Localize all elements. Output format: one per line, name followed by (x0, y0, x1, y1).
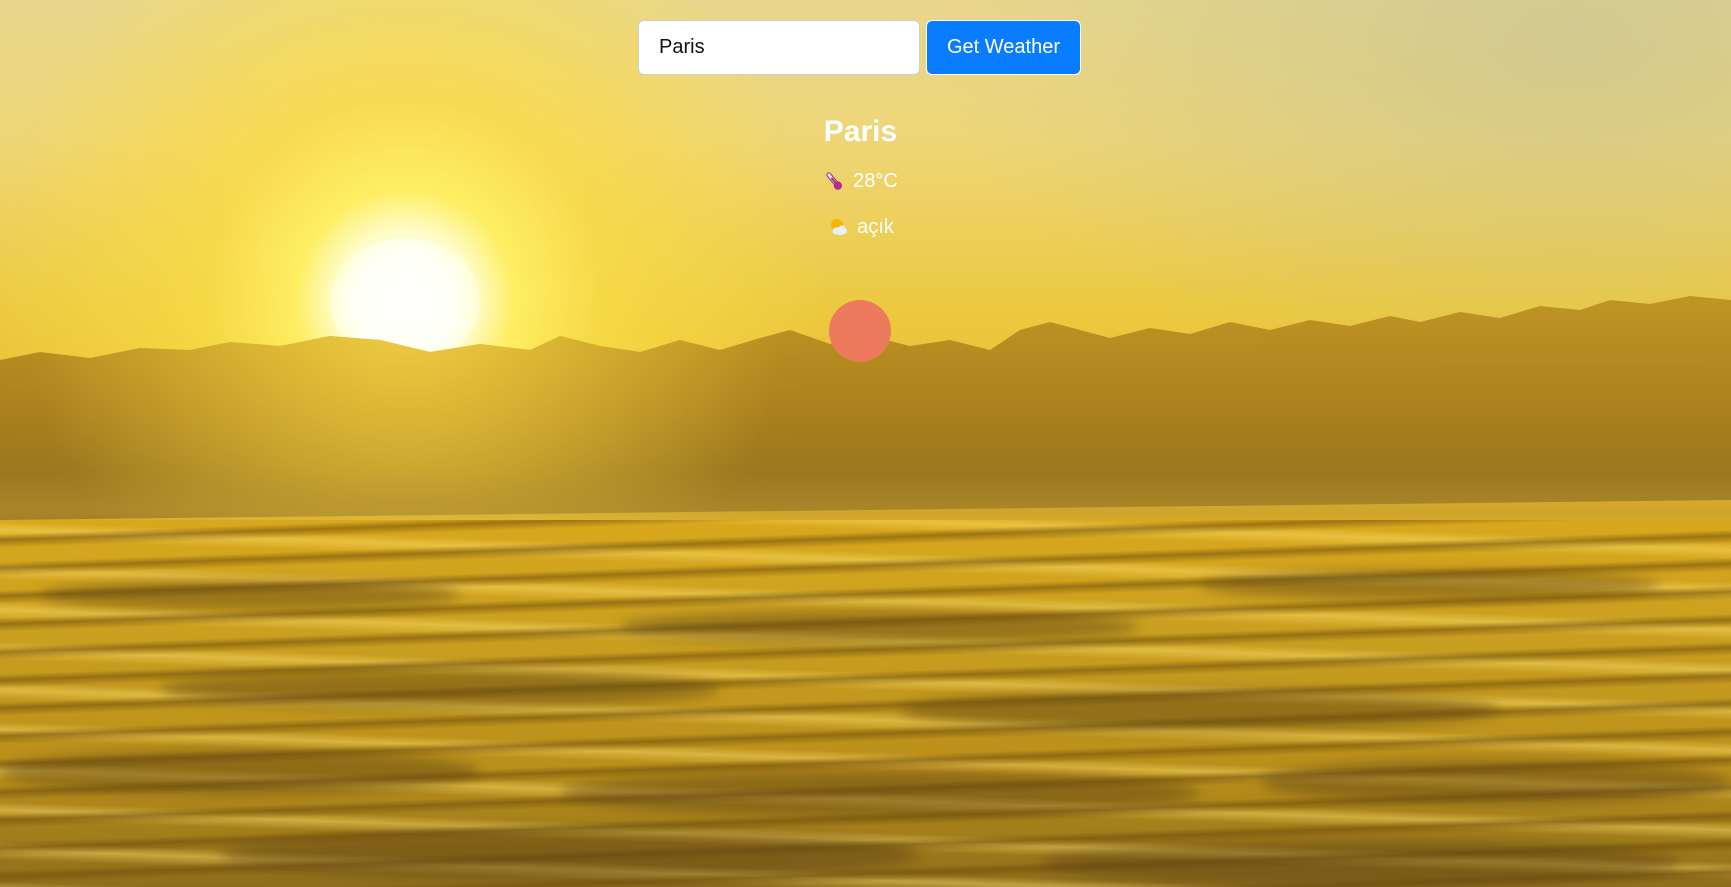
sun-behind-cloud-icon (827, 216, 849, 238)
weather-indicator-dot (829, 300, 891, 362)
thermometer-icon (823, 170, 845, 192)
description-row: açık (0, 214, 1721, 240)
get-weather-button[interactable]: Get Weather (926, 20, 1081, 75)
search-bar: Get Weather (638, 20, 1081, 75)
temperature-value: 28°C (853, 170, 898, 192)
cloud-sea (0, 520, 1731, 887)
weather-description: açık (857, 216, 894, 238)
temperature-row: 28°C (0, 168, 1721, 194)
city-name: Paris (823, 115, 898, 148)
weather-info: Paris 28°C açık (0, 112, 1721, 240)
city-input[interactable] (638, 20, 920, 75)
